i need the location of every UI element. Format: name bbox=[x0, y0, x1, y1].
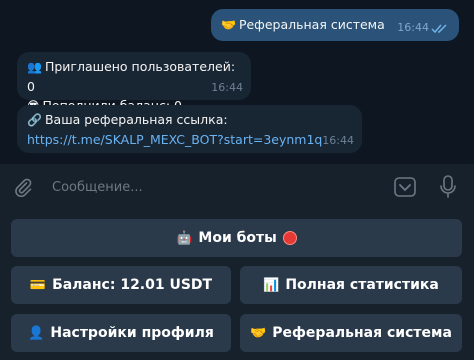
users-icon: 👥 bbox=[27, 60, 42, 74]
balance-button[interactable]: 💳 Баланс: 12.01 USDT bbox=[11, 266, 231, 304]
referral-label-line: 🔗 Ваша реферальная ссылка: bbox=[27, 112, 228, 127]
handshake-icon: 🤝 bbox=[250, 325, 267, 341]
referral-link-message[interactable]: 🔗 Ваша реферальная ссылка: https://t.me/S… bbox=[17, 105, 362, 153]
reply-keyboard: 🤖 Мои боты 💳 Баланс: 12.01 USDT 📊 Полная ст… bbox=[0, 210, 474, 360]
keyboard-toggle-icon[interactable] bbox=[394, 177, 416, 197]
referral-link[interactable]: https://t.me/SKALP_MEXC_BOT?start=3eynm1… bbox=[27, 130, 352, 149]
robot-icon: 🤖 bbox=[176, 230, 193, 246]
invited-users-line: 👥 Приглашено пользователей: 0 bbox=[27, 59, 236, 94]
outgoing-message[interactable]: 🤝 Реферальная система 16:44 bbox=[211, 9, 459, 41]
attach-icon[interactable] bbox=[13, 177, 33, 197]
red-circle-icon bbox=[282, 231, 297, 245]
full-stats-button[interactable]: 📊 Полная статистика bbox=[240, 266, 462, 304]
message-input[interactable] bbox=[52, 176, 372, 198]
message-time: 16:44 bbox=[322, 134, 354, 147]
user-icon: 👤 bbox=[28, 325, 45, 341]
message-text: Реферальная система bbox=[238, 17, 385, 32]
double-check-icon bbox=[431, 24, 447, 34]
my-bots-button[interactable]: 🤖 Мои боты bbox=[11, 219, 462, 257]
message-composer bbox=[0, 164, 474, 210]
profile-settings-button[interactable]: 👤 Настройки профиля bbox=[11, 314, 231, 352]
referral-system-button[interactable]: 🤝 Реферальная система bbox=[240, 314, 462, 352]
handshake-icon: 🤝 bbox=[221, 18, 236, 32]
bar-chart-icon: 📊 bbox=[263, 277, 280, 293]
message-time: 16:44 bbox=[211, 81, 243, 94]
link-icon: 🔗 bbox=[27, 113, 42, 127]
chat-history: 🤝 Реферальная система 16:44 👥 Приглашено п… bbox=[0, 0, 474, 162]
message-time: 16:44 bbox=[397, 21, 429, 34]
microphone-icon[interactable] bbox=[440, 175, 456, 199]
credit-card-icon: 💳 bbox=[29, 277, 47, 293]
stats-message[interactable]: 👥Приглашено пользователей: 0 😎Пополнили … bbox=[17, 52, 251, 113]
